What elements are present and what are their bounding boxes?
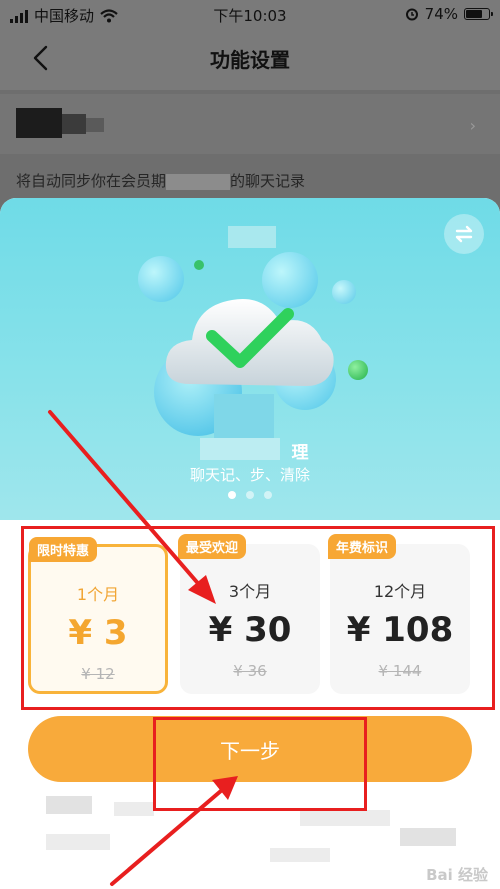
annotation-arrows xyxy=(48,410,238,886)
annotation-arrow-to-next xyxy=(110,776,238,886)
annotation-arrow-to-plan xyxy=(48,410,216,604)
watermark: Bai 经验 xyxy=(426,866,488,884)
